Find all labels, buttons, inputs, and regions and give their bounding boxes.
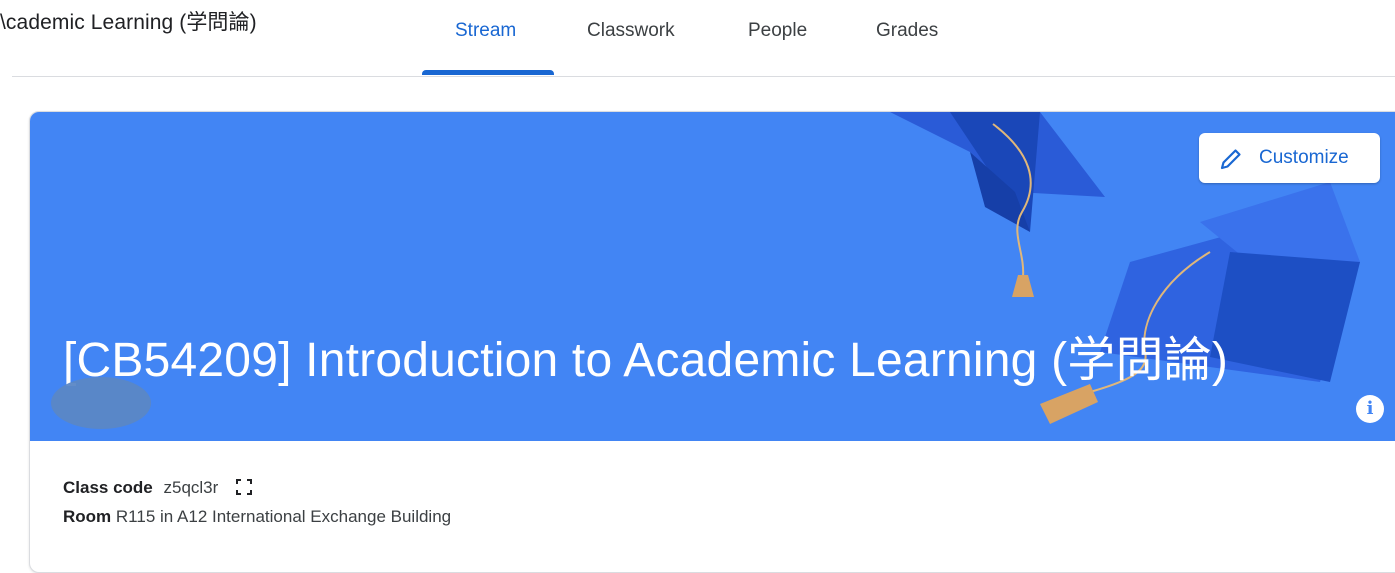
info-icon[interactable]: i <box>1356 395 1384 423</box>
class-details: Class code z5qcl3r Room R115 in A12 Inte… <box>63 478 451 536</box>
class-code-label: Class code <box>63 478 153 497</box>
class-code-row: Class code z5qcl3r <box>63 478 451 507</box>
active-tab-indicator <box>422 70 554 75</box>
tab-people[interactable]: People <box>748 20 807 42</box>
tab-grades[interactable]: Grades <box>876 20 938 42</box>
customize-button[interactable]: Customize <box>1199 133 1380 183</box>
tab-stream[interactable]: Stream <box>455 20 516 42</box>
class-code-value: z5qcl3r <box>163 478 219 497</box>
room-value: R115 in A12 International Exchange Build… <box>115 507 452 526</box>
course-title: [CB54209] Introduction to Academic Learn… <box>63 334 1229 387</box>
customize-label: Customize <box>1259 147 1349 168</box>
app-title: \cademic Learning (学問論) <box>0 11 257 34</box>
pencil-icon <box>1220 149 1241 170</box>
graduation-caps-illustration <box>890 112 1360 424</box>
fullscreen-icon[interactable] <box>235 478 253 496</box>
header-divider <box>12 76 1395 77</box>
room-row: Room R115 in A12 International Exchange … <box>63 507 451 536</box>
room-label: Room <box>63 507 112 526</box>
class-banner: [CB54209] Introduction to Academic Learn… <box>30 112 1395 441</box>
class-header-card: [CB54209] Introduction to Academic Learn… <box>29 111 1395 573</box>
tab-classwork[interactable]: Classwork <box>587 20 675 42</box>
top-bar: \cademic Learning (学問論) Stream Classwork… <box>0 0 1395 77</box>
redacted-section <box>51 377 151 429</box>
